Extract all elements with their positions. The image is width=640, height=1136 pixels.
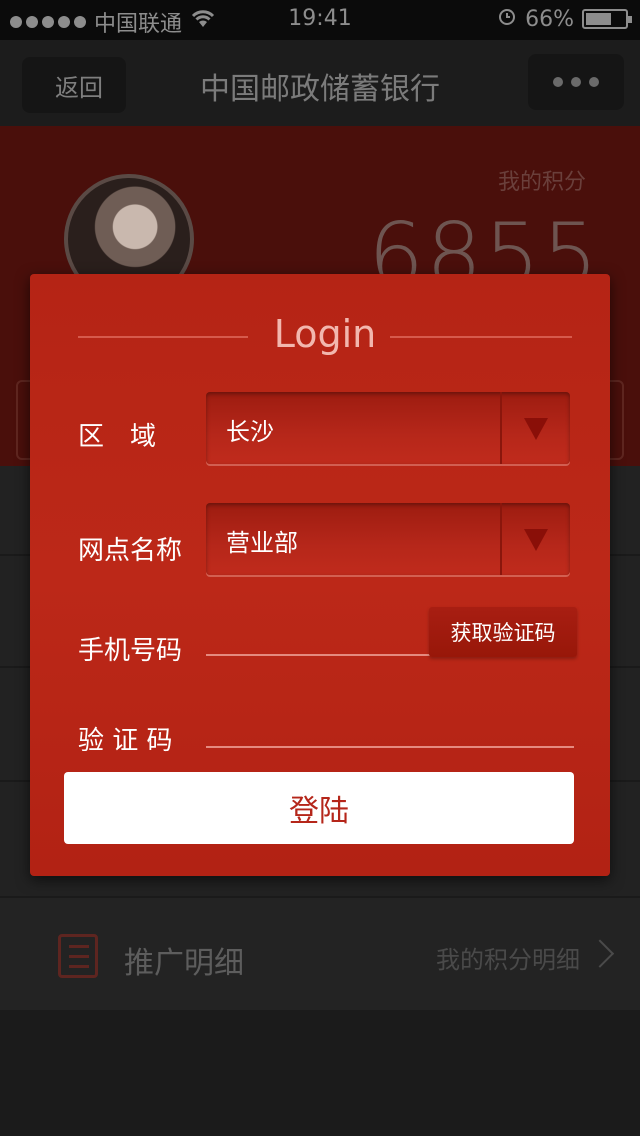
battery-icon	[582, 9, 632, 29]
alarm-icon	[497, 6, 517, 32]
login-modal: Login 区 域 长沙 网点名称 营业部 手机号码 获取验证码 验 证 码 登…	[30, 274, 610, 876]
status-bar: 中国联通 19:41 66%	[0, 0, 640, 40]
list-item-label: 推广明细	[124, 946, 244, 981]
list-icon	[58, 934, 98, 978]
region-value: 长沙	[226, 418, 274, 446]
phone-label: 手机号码	[78, 636, 183, 666]
bottom-area	[0, 1010, 640, 1136]
more-dots-icon	[553, 77, 563, 87]
points-label: 我的积分	[497, 170, 586, 195]
region-label: 区 域	[78, 422, 157, 452]
caret-down-icon	[524, 418, 548, 440]
more-button[interactable]	[528, 54, 624, 110]
branch-value: 营业部	[226, 529, 298, 557]
branch-label: 网点名称	[78, 536, 183, 566]
region-select[interactable]: 长沙	[206, 392, 570, 464]
chevron-right-icon	[585, 939, 615, 968]
list-item-promotion-detail[interactable]: 推广明细 我的积分明细	[0, 898, 640, 1010]
nav-bar: 返回 中国邮政储蓄银行	[0, 40, 640, 126]
caret-down-icon	[524, 529, 548, 551]
login-button[interactable]: 登陆	[64, 772, 574, 844]
verification-code-input[interactable]	[206, 746, 574, 748]
branch-select[interactable]: 营业部	[206, 503, 570, 575]
get-code-button[interactable]: 获取验证码	[429, 607, 577, 657]
login-title: Login	[273, 312, 377, 356]
battery-percent: 66%	[525, 6, 574, 32]
title-divider-right	[390, 336, 572, 338]
code-label: 验 证 码	[78, 726, 173, 756]
list-item-subtext: 我的积分明细	[436, 946, 580, 974]
phone-input[interactable]	[206, 654, 430, 656]
